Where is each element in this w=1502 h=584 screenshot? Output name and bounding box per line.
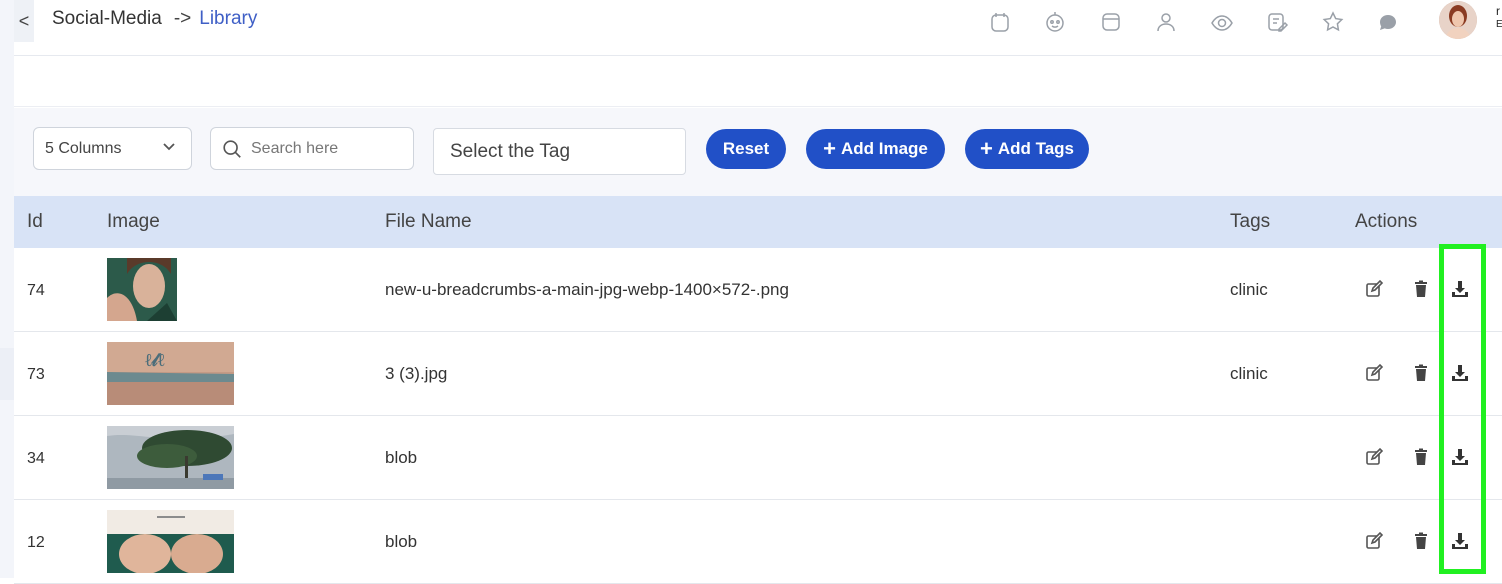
table-row: 73 ℓ𝓁ℓ 3 (3).jpg clinic xyxy=(14,332,1502,416)
columns-select[interactable]: 5 Columns xyxy=(33,127,192,170)
blank-band xyxy=(14,57,1502,107)
search-box[interactable] xyxy=(210,127,414,170)
table-row: 12 blob xyxy=(14,500,1502,584)
edit-icon[interactable] xyxy=(1364,279,1384,299)
add-image-button[interactable]: + Add Image xyxy=(806,129,945,169)
download-icon[interactable] xyxy=(1450,363,1470,383)
woman-portrait-thumbnail xyxy=(107,258,234,321)
search-input[interactable] xyxy=(251,139,401,158)
left-rail-marker xyxy=(0,348,14,400)
user-icon[interactable] xyxy=(1139,8,1195,36)
row-id: 73 xyxy=(27,366,45,383)
row-file-name: new-u-breadcrumbs-a-main-jpg-webp-1400×5… xyxy=(385,280,789,299)
col-image: Image xyxy=(107,211,160,232)
trash-icon[interactable] xyxy=(1411,363,1431,383)
back-button[interactable]: < xyxy=(14,0,34,42)
col-file-name: File Name xyxy=(385,211,472,232)
row-file-name: blob xyxy=(385,532,418,551)
tag-select[interactable]: Select the Tag xyxy=(433,128,686,175)
row-tag: clinic xyxy=(1230,280,1268,299)
plus-icon: + xyxy=(823,136,836,161)
columns-select-value: 5 Columns xyxy=(45,139,122,157)
col-id: Id xyxy=(27,211,43,232)
breadcrumb-separator: -> xyxy=(173,8,192,29)
top-header: < Social-Media -> Library rE xyxy=(14,0,1502,56)
breadcrumb-root[interactable]: Social-Media xyxy=(52,8,162,29)
reset-button[interactable]: Reset xyxy=(706,129,786,169)
col-tags: Tags xyxy=(1230,211,1271,232)
add-tags-button[interactable]: + Add Tags xyxy=(965,129,1089,169)
chat-icon[interactable] xyxy=(1361,8,1417,36)
download-icon[interactable] xyxy=(1450,531,1470,551)
plus-icon: + xyxy=(979,136,993,161)
chevron-down-icon xyxy=(163,143,175,151)
edit-icon[interactable] xyxy=(1364,447,1384,467)
left-rail xyxy=(0,0,14,578)
tag-select-value: Select the Tag xyxy=(450,140,571,162)
edit-note-icon[interactable] xyxy=(1250,8,1306,36)
trash-icon[interactable] xyxy=(1411,447,1431,467)
tattoo-arm-thumbnail: ℓ𝓁ℓ xyxy=(107,342,234,405)
download-icon[interactable] xyxy=(1450,447,1470,467)
table-row: 74 new-u-breadcrumbs-a-main-jpg-webp-140… xyxy=(14,248,1502,332)
neck-treatment-thumbnail xyxy=(107,510,234,573)
user-avatar[interactable] xyxy=(1439,1,1477,39)
table-header: Id Image File Name Tags Actions xyxy=(14,196,1502,248)
table-row: 34 blob xyxy=(14,416,1502,500)
chevron-left-icon: < xyxy=(18,10,30,31)
edit-icon[interactable] xyxy=(1364,531,1384,551)
svg-text:ℓ𝓁ℓ: ℓ𝓁ℓ xyxy=(145,350,165,371)
search-icon xyxy=(223,139,241,158)
trash-icon[interactable] xyxy=(1411,531,1431,551)
library-toolbar: 5 Columns Select the Tag Reset +Add Imag… xyxy=(14,108,1502,196)
window-icon[interactable] xyxy=(1083,8,1139,36)
star-icon[interactable] xyxy=(1305,8,1361,36)
user-name-truncated: rE xyxy=(1496,4,1502,30)
calendar-icon[interactable] xyxy=(972,8,1028,36)
row-tag: clinic xyxy=(1230,364,1268,383)
breadcrumb-current[interactable]: Library xyxy=(199,8,257,29)
tree-sky-thumbnail xyxy=(107,426,234,489)
trash-icon[interactable] xyxy=(1411,279,1431,299)
eye-share-icon[interactable] xyxy=(1194,8,1250,36)
row-id: 74 xyxy=(27,282,45,299)
robot-icon[interactable] xyxy=(1028,8,1084,36)
row-id: 12 xyxy=(27,534,45,551)
download-icon[interactable] xyxy=(1450,279,1470,299)
col-actions: Actions xyxy=(1355,211,1418,232)
row-file-name: 3 (3).jpg xyxy=(385,364,448,383)
row-id: 34 xyxy=(27,450,45,467)
breadcrumb: Social-Media -> Library xyxy=(52,8,257,30)
header-icon-bar xyxy=(972,8,1416,36)
row-file-name: blob xyxy=(385,448,418,467)
edit-icon[interactable] xyxy=(1364,363,1384,383)
